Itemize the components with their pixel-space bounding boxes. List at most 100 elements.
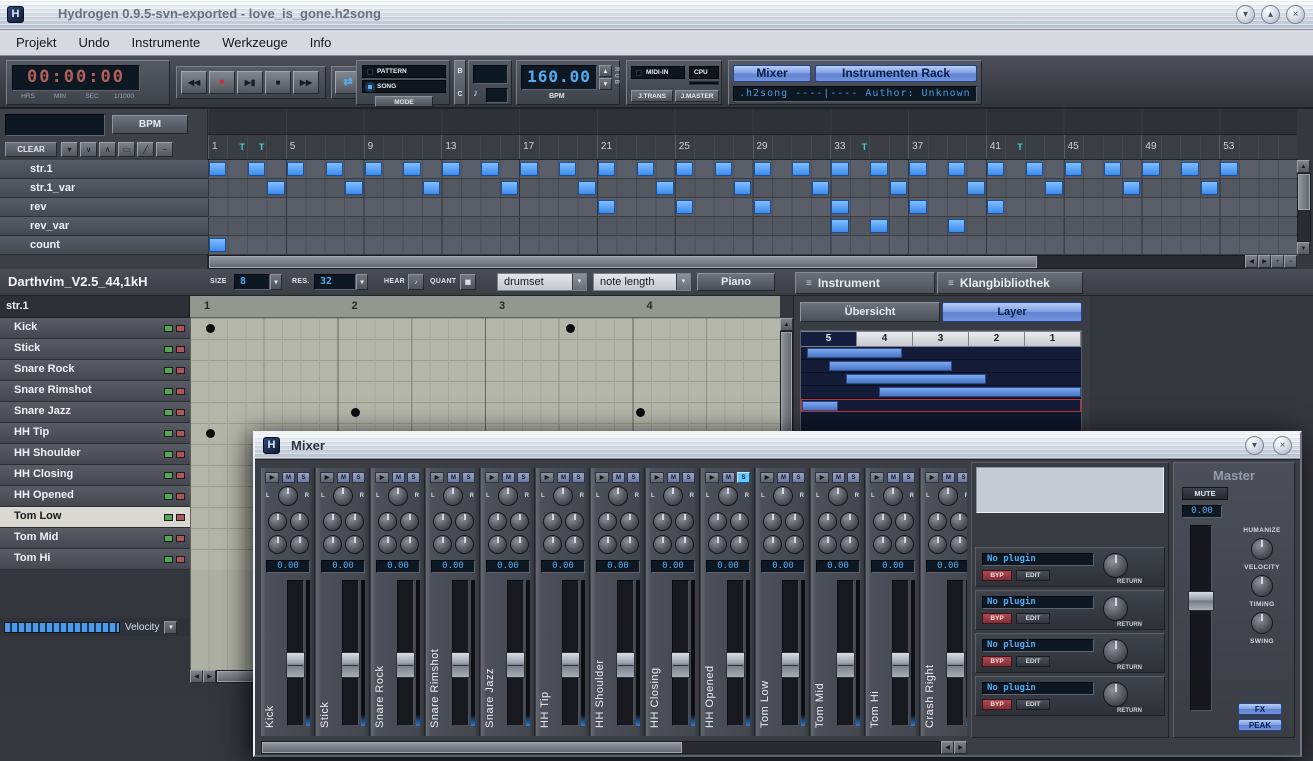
layer-header-cell[interactable]: 3 [913, 331, 969, 347]
instrument-solo-led[interactable] [176, 514, 185, 521]
channel-play-button[interactable]: ▶ [760, 472, 774, 483]
instrument-rack-toggle-button[interactable]: Instrumenten Rack [815, 65, 977, 82]
ruler-cell[interactable]: 41 [986, 135, 1005, 159]
instrument-mute-led[interactable] [164, 556, 173, 563]
scroll-down-button[interactable]: ▼ [1297, 242, 1310, 255]
mixer-horizontal-scrollbar[interactable]: ◀ ▶ [261, 741, 967, 754]
pan-knob[interactable] [443, 486, 463, 506]
fx-send-knob[interactable] [730, 535, 749, 554]
ruler-cell[interactable] [577, 135, 596, 159]
ruler-cell[interactable] [616, 135, 635, 159]
pan-knob[interactable] [718, 486, 738, 506]
instrument-row[interactable]: Tom Low [0, 507, 190, 528]
fx-return-knob[interactable] [1103, 596, 1128, 621]
channel-play-button[interactable]: ▶ [540, 472, 554, 483]
pattern-block[interactable] [831, 200, 848, 214]
song-vertical-scrollbar[interactable]: ▲ ▼ [1297, 160, 1311, 255]
pattern-block[interactable] [1065, 162, 1082, 176]
channel-volume-fader[interactable] [506, 652, 525, 678]
ruler-cell[interactable] [344, 135, 363, 159]
ruler-cell[interactable] [325, 135, 344, 159]
song-grid-row[interactable] [208, 198, 1297, 217]
pattern-list-item[interactable]: str.1_var [0, 179, 208, 198]
instrument-mute-led[interactable] [164, 325, 173, 332]
ruler-cell[interactable] [889, 135, 908, 159]
pattern-block[interactable] [559, 162, 576, 176]
scroll-left-button[interactable]: ◀ [941, 741, 954, 754]
channel-mute-button[interactable]: M [612, 472, 625, 483]
fx-return-knob[interactable] [1103, 682, 1128, 707]
fx-send-knob[interactable] [323, 512, 342, 531]
song-horizontal-scrollbar[interactable]: ◀ ▶ + − [208, 255, 1297, 269]
channel-solo-button[interactable]: S [297, 472, 310, 483]
pattern-list-item[interactable]: count [0, 236, 208, 255]
pattern-block[interactable] [1181, 162, 1198, 176]
pan-knob[interactable] [333, 486, 353, 506]
scrollbar-handle[interactable] [1298, 174, 1310, 210]
master-swing-knob[interactable] [1251, 612, 1273, 634]
song-bpm-button[interactable]: BPM [112, 115, 188, 134]
fx-bypass-button[interactable]: BYP [982, 613, 1012, 624]
fx-send-knob[interactable] [675, 535, 694, 554]
hydrogen-logo-icon[interactable]: H [263, 437, 280, 454]
instrument-mute-led[interactable] [164, 493, 173, 500]
show-piano-button[interactable]: Piano [697, 273, 775, 291]
note-dot[interactable] [351, 408, 360, 417]
channel-volume-fader[interactable] [341, 652, 360, 678]
scrollbar-track[interactable] [208, 255, 1245, 269]
scrollbar-handle[interactable] [262, 742, 682, 753]
ruler-cell[interactable] [558, 135, 577, 159]
fx-send-knob[interactable] [950, 535, 967, 554]
fx-send-knob[interactable] [950, 512, 967, 531]
pattern-block[interactable] [1201, 181, 1218, 195]
scroll-up-button[interactable]: ▲ [780, 318, 793, 331]
pattern-block[interactable] [365, 162, 382, 176]
menu-werkzeuge[interactable]: Werkzeuge [212, 32, 298, 53]
channel-play-button[interactable]: ▶ [430, 472, 444, 483]
pattern-block[interactable] [598, 200, 615, 214]
clear-pattern-sequence-button[interactable]: CLEAR [5, 142, 57, 157]
channel-play-button[interactable]: ▶ [925, 472, 939, 483]
channel-mute-button[interactable]: M [557, 472, 570, 483]
master-velocity-knob[interactable] [1251, 538, 1273, 560]
fx-send-knob[interactable] [675, 512, 694, 531]
channel-play-button[interactable]: ▶ [265, 472, 279, 483]
fx-name-display[interactable]: No plugin [982, 553, 1094, 566]
ruler-cell[interactable] [772, 135, 791, 159]
channel-solo-button[interactable]: S [572, 472, 585, 483]
instrument-mute-led[interactable] [164, 535, 173, 542]
channel-solo-button[interactable]: S [847, 472, 860, 483]
stop-button[interactable]: ■ [265, 71, 291, 94]
pattern-block[interactable] [481, 162, 498, 176]
instrument-row[interactable]: HH Opened [0, 486, 190, 507]
pattern-block[interactable] [501, 181, 518, 195]
master-mute-button[interactable]: MUTE [1182, 487, 1228, 500]
ruler-cell[interactable] [1122, 135, 1141, 159]
instrument-row[interactable]: HH Closing [0, 465, 190, 486]
instrument-row[interactable]: Snare Rimshot [0, 381, 190, 402]
pattern-block[interactable] [1104, 162, 1121, 176]
ruler-cell[interactable] [791, 135, 810, 159]
layer-row[interactable] [801, 386, 1081, 399]
fx-send-knob[interactable] [653, 512, 672, 531]
instrument-row[interactable]: Snare Jazz [0, 402, 190, 423]
hydrogen-logo-icon[interactable]: H [7, 6, 24, 23]
ruler-cell[interactable] [947, 135, 966, 159]
fx-send-knob[interactable] [323, 535, 342, 554]
channel-solo-button[interactable]: S [682, 472, 695, 483]
pan-knob[interactable] [828, 486, 848, 506]
channel-play-button[interactable]: ▶ [320, 472, 334, 483]
pattern-block[interactable] [676, 162, 693, 176]
fx-send-knob[interactable] [620, 512, 639, 531]
ruler-cell[interactable] [714, 135, 733, 159]
channel-solo-button[interactable]: S [957, 472, 967, 483]
pattern-block[interactable] [267, 181, 284, 195]
ruler-cell[interactable]: 45 [1064, 135, 1083, 159]
layer-header-cell[interactable]: 4 [857, 331, 913, 347]
mixer-close-button[interactable]: × [1273, 436, 1292, 455]
tab-layers[interactable]: Layer [942, 302, 1082, 322]
fx-send-knob[interactable] [818, 512, 837, 531]
layer-row[interactable] [801, 373, 1081, 386]
scrollbar-handle[interactable] [209, 256, 1037, 268]
fx-send-knob[interactable] [543, 512, 562, 531]
